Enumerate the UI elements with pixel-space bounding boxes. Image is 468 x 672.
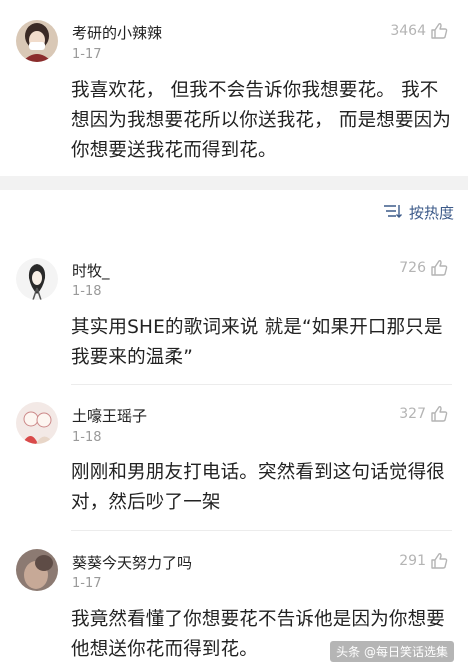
like-button[interactable]: 327	[399, 405, 448, 423]
username[interactable]: 土嚎王瑶子	[72, 405, 147, 426]
comment-date: 1-18	[72, 284, 102, 299]
like-button[interactable]: 3464	[390, 22, 448, 40]
post-date: 1-17	[72, 47, 102, 62]
like-count: 3464	[390, 23, 426, 39]
thumbs-up-icon	[430, 259, 448, 277]
like-button[interactable]: 726	[399, 259, 448, 277]
sort-label: 按热度	[408, 204, 454, 222]
divider	[71, 530, 452, 531]
comment-text: 刚刚和男朋友打电话。突然看到这句话觉得很对，然后吵了一架	[71, 462, 446, 513]
like-count: 291	[399, 553, 426, 569]
comment-date: 1-17	[72, 576, 102, 591]
sort-by-hot-button[interactable]: 按热度	[383, 202, 454, 223]
thumbs-up-icon	[430, 405, 448, 423]
avatar[interactable]	[16, 549, 58, 591]
comment-date: 1-18	[72, 430, 102, 445]
comment-text: 其实用SHE的歌词来说 就是“如果开口那只是 我要来的温柔”	[71, 317, 443, 368]
post-text: 我喜欢花， 但我不会告诉你我想要花。 我不想因为我想要花所以你送我花， 而是想要…	[71, 80, 452, 161]
username[interactable]: 考研的小辣辣	[72, 22, 162, 43]
watermark: 头条 @每日笑话选集	[330, 641, 454, 662]
avatar[interactable]	[16, 258, 58, 300]
divider	[71, 384, 452, 385]
avatar[interactable]	[16, 20, 58, 62]
section-divider	[0, 176, 468, 190]
like-count: 327	[399, 406, 426, 422]
sort-lines-icon	[383, 203, 403, 223]
username[interactable]: 葵葵今天努力了吗	[72, 552, 192, 573]
thumbs-up-icon	[430, 22, 448, 40]
thumbs-up-icon	[430, 552, 448, 570]
like-count: 726	[399, 260, 426, 276]
username[interactable]: 时牧_	[72, 260, 110, 281]
avatar[interactable]	[16, 402, 58, 444]
like-button[interactable]: 291	[399, 552, 448, 570]
